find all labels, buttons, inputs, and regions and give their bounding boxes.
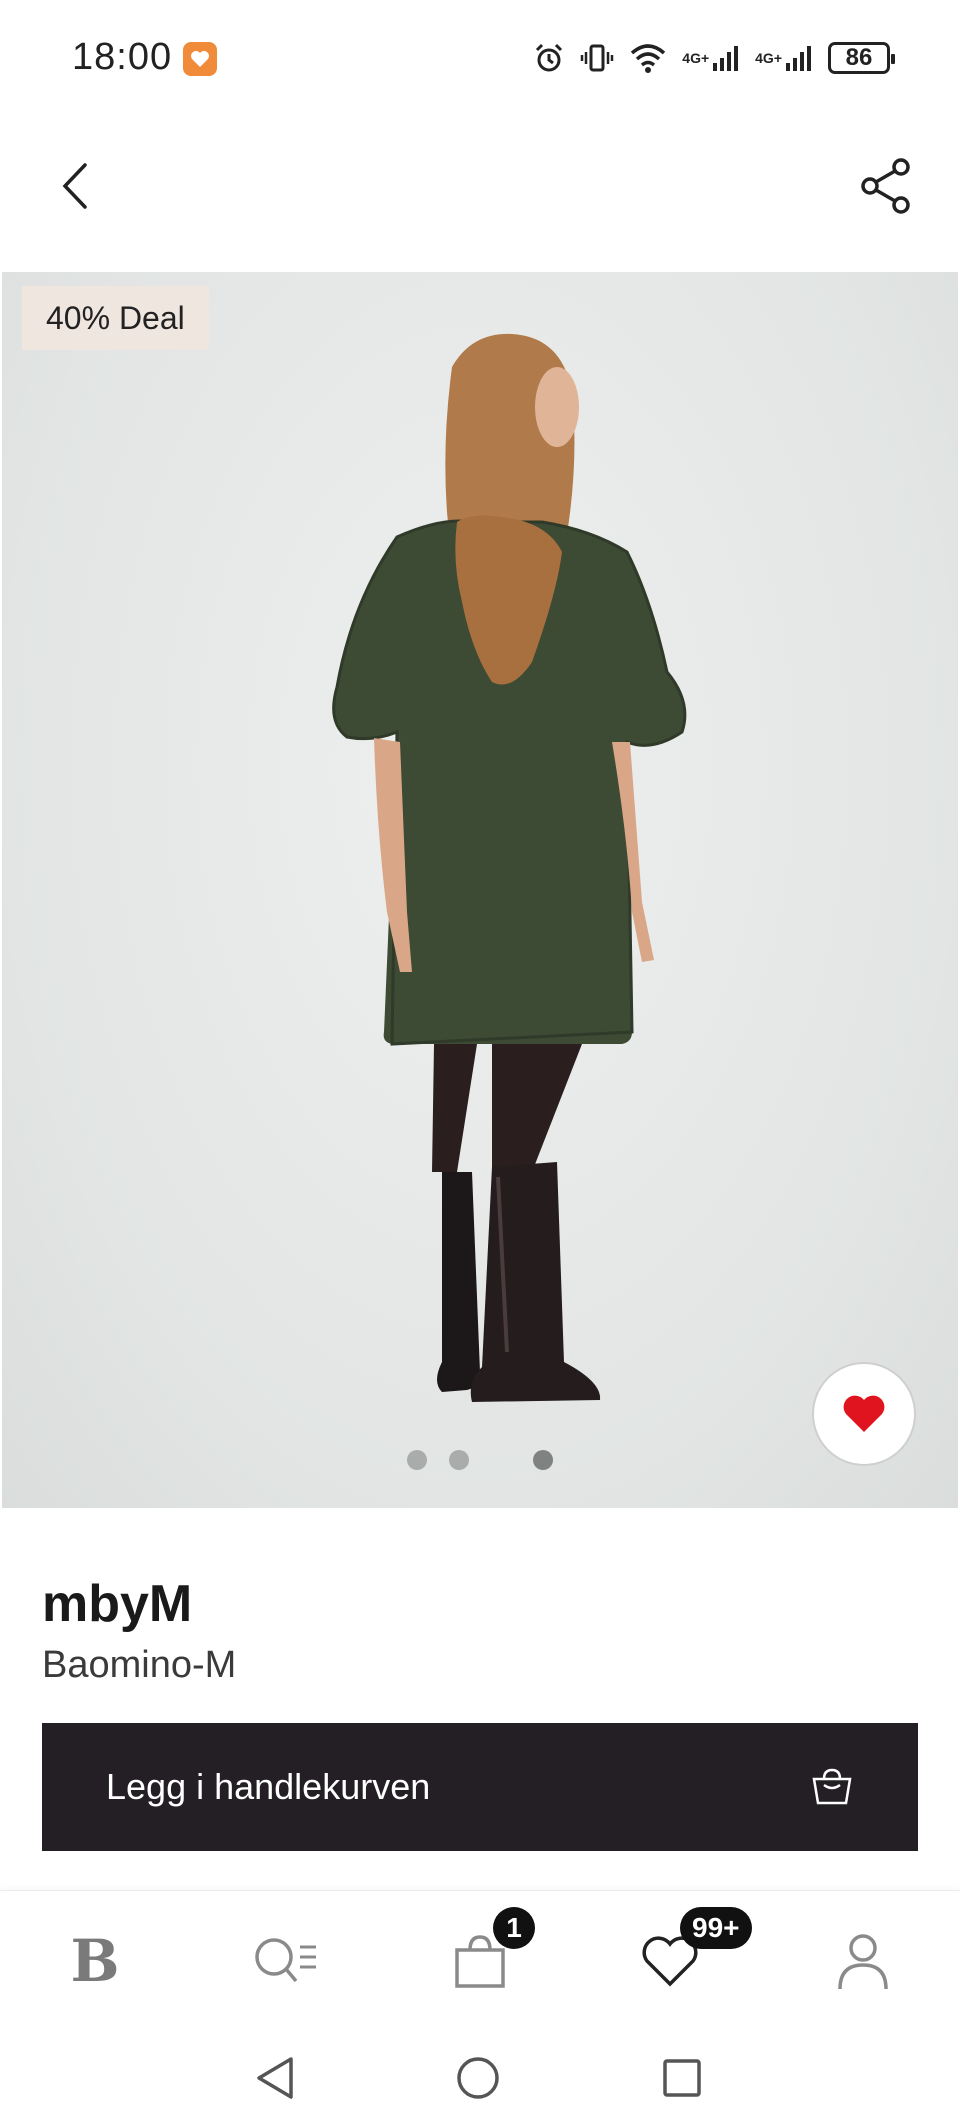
pagination-dot[interactable] [407,1450,427,1470]
alarm-icon [532,41,566,75]
bottom-tab-bar: B 1 99+ [0,1890,960,2020]
add-to-cart-label: Legg i handlekurven [106,1766,431,1807]
favorites-count-badge: 99+ [680,1907,752,1949]
circle-home-icon [457,2057,499,2099]
product-name: Baomino-M [42,1644,237,1686]
system-navigation-bar [0,2020,960,2127]
top-navigation [0,130,960,245]
system-back-button[interactable] [245,2048,305,2108]
user-icon [838,1934,888,1990]
vibrate-icon [580,41,614,75]
pagination-dot-active[interactable] [533,1450,553,1470]
network-type-1: 4G+ [682,50,710,66]
triangle-back-icon [257,2057,293,2099]
chevron-left-icon [62,163,87,209]
network-type-2: 4G+ [755,50,782,66]
system-recents-button[interactable] [652,2048,712,2108]
favorite-button[interactable] [812,1362,916,1466]
signal-icon-2: 4G+ [755,43,814,73]
product-image-carousel[interactable]: 40% Deal [2,272,958,1508]
deal-badge: 40% Deal [22,286,209,350]
battery-indicator: 86 [828,42,895,74]
signal-icon-1: 4G+ [682,43,741,73]
wifi-icon [628,41,668,75]
cart-count-badge: 1 [493,1907,535,1949]
battery-level: 86 [845,44,873,71]
shopping-bag-icon [812,1768,852,1805]
heart-filled-icon [843,1395,885,1432]
pagination-dot[interactable] [449,1450,469,1470]
square-recents-icon [663,2059,701,2097]
tab-profile[interactable] [823,1921,903,2001]
image-pagination-dots[interactable] [2,1450,958,1470]
tab-cart[interactable]: 1 [440,1907,535,2001]
share-icon [861,158,910,214]
status-time: 18:00 [72,36,173,78]
status-icons: 4G+ 4G+ 86 [532,38,895,78]
tab-home[interactable]: B [55,1921,135,2001]
tab-favorites[interactable]: 99+ [630,1907,752,2001]
back-button[interactable] [48,160,100,212]
status-bar: 18:00 4G+ 4G+ 86 [0,0,960,120]
add-to-cart-button[interactable]: Legg i handlekurven [42,1723,918,1851]
search-menu-icon [255,1938,316,1983]
share-button[interactable] [856,156,916,216]
tab-search[interactable] [245,1921,325,2001]
product-brand[interactable]: mbyM [42,1574,192,1634]
product-photo [332,333,687,1402]
app-notification-icon [183,42,217,76]
brand-logo: B [70,1927,120,1995]
system-home-button[interactable] [448,2048,508,2108]
